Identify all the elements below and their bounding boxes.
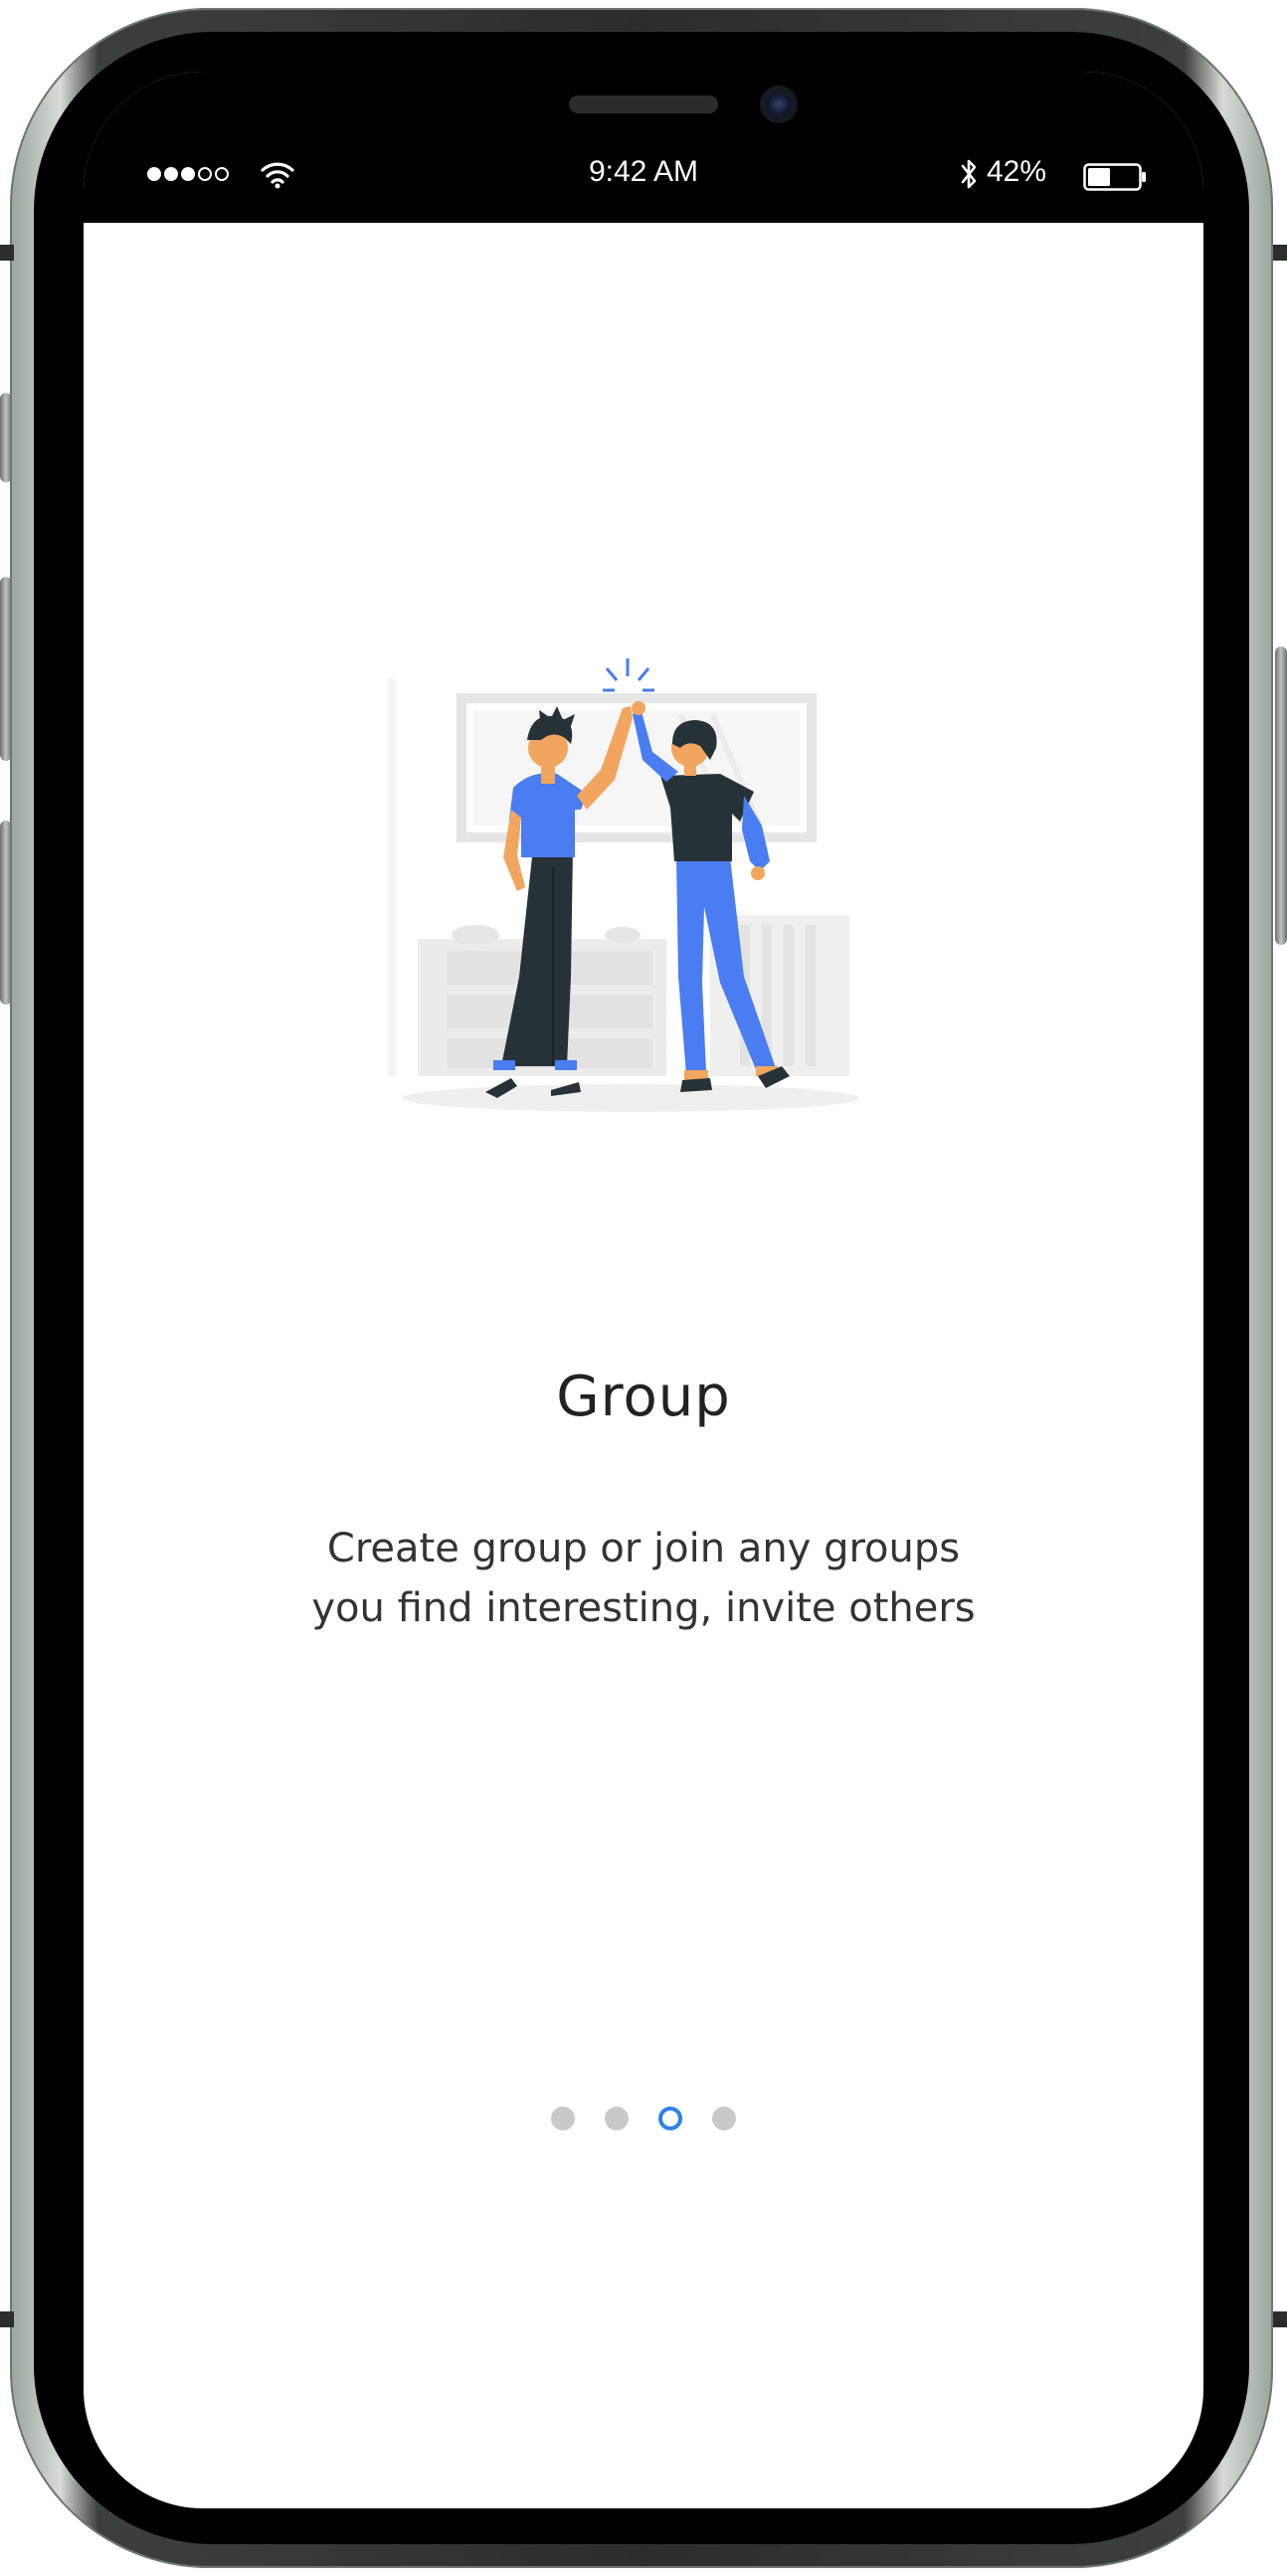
wifi-icon bbox=[261, 162, 294, 189]
signal-dots-icon bbox=[147, 167, 229, 181]
front-camera bbox=[760, 86, 798, 123]
page-dot-3-active[interactable] bbox=[658, 2107, 682, 2130]
device-mockup: 9:42 AM 42% Group Create group or join a… bbox=[0, 0, 1287, 2576]
power-button bbox=[1275, 646, 1287, 945]
antenna-band bbox=[1273, 245, 1287, 261]
description-line: Create group or join any groups bbox=[326, 1526, 961, 1571]
antenna-band bbox=[0, 2311, 14, 2327]
page-dot-1[interactable] bbox=[551, 2107, 575, 2130]
onboarding-title: Group bbox=[556, 1365, 731, 1429]
page-dot-2[interactable] bbox=[605, 2107, 629, 2130]
antenna-band bbox=[0, 245, 14, 261]
status-bar: 9:42 AM 42% bbox=[84, 72, 1203, 223]
earpiece-speaker bbox=[569, 95, 718, 113]
page-dot-4[interactable] bbox=[712, 2107, 736, 2130]
status-time: 9:42 AM bbox=[588, 155, 699, 188]
bluetooth-icon bbox=[961, 159, 977, 189]
page-indicator bbox=[84, 2107, 1203, 2130]
battery-icon bbox=[1083, 163, 1146, 191]
battery-percentage: 42% bbox=[987, 155, 1047, 188]
two-people-high-five-illustration bbox=[382, 648, 905, 1186]
onboarding-description: Create group or join any groups you find… bbox=[196, 1519, 1091, 1638]
phone-screen: 9:42 AM 42% Group Create group or join a… bbox=[84, 72, 1203, 2508]
antenna-band bbox=[1273, 2311, 1287, 2327]
notch bbox=[334, 72, 955, 166]
description-line: you find interesting, invite others bbox=[311, 1585, 976, 1631]
